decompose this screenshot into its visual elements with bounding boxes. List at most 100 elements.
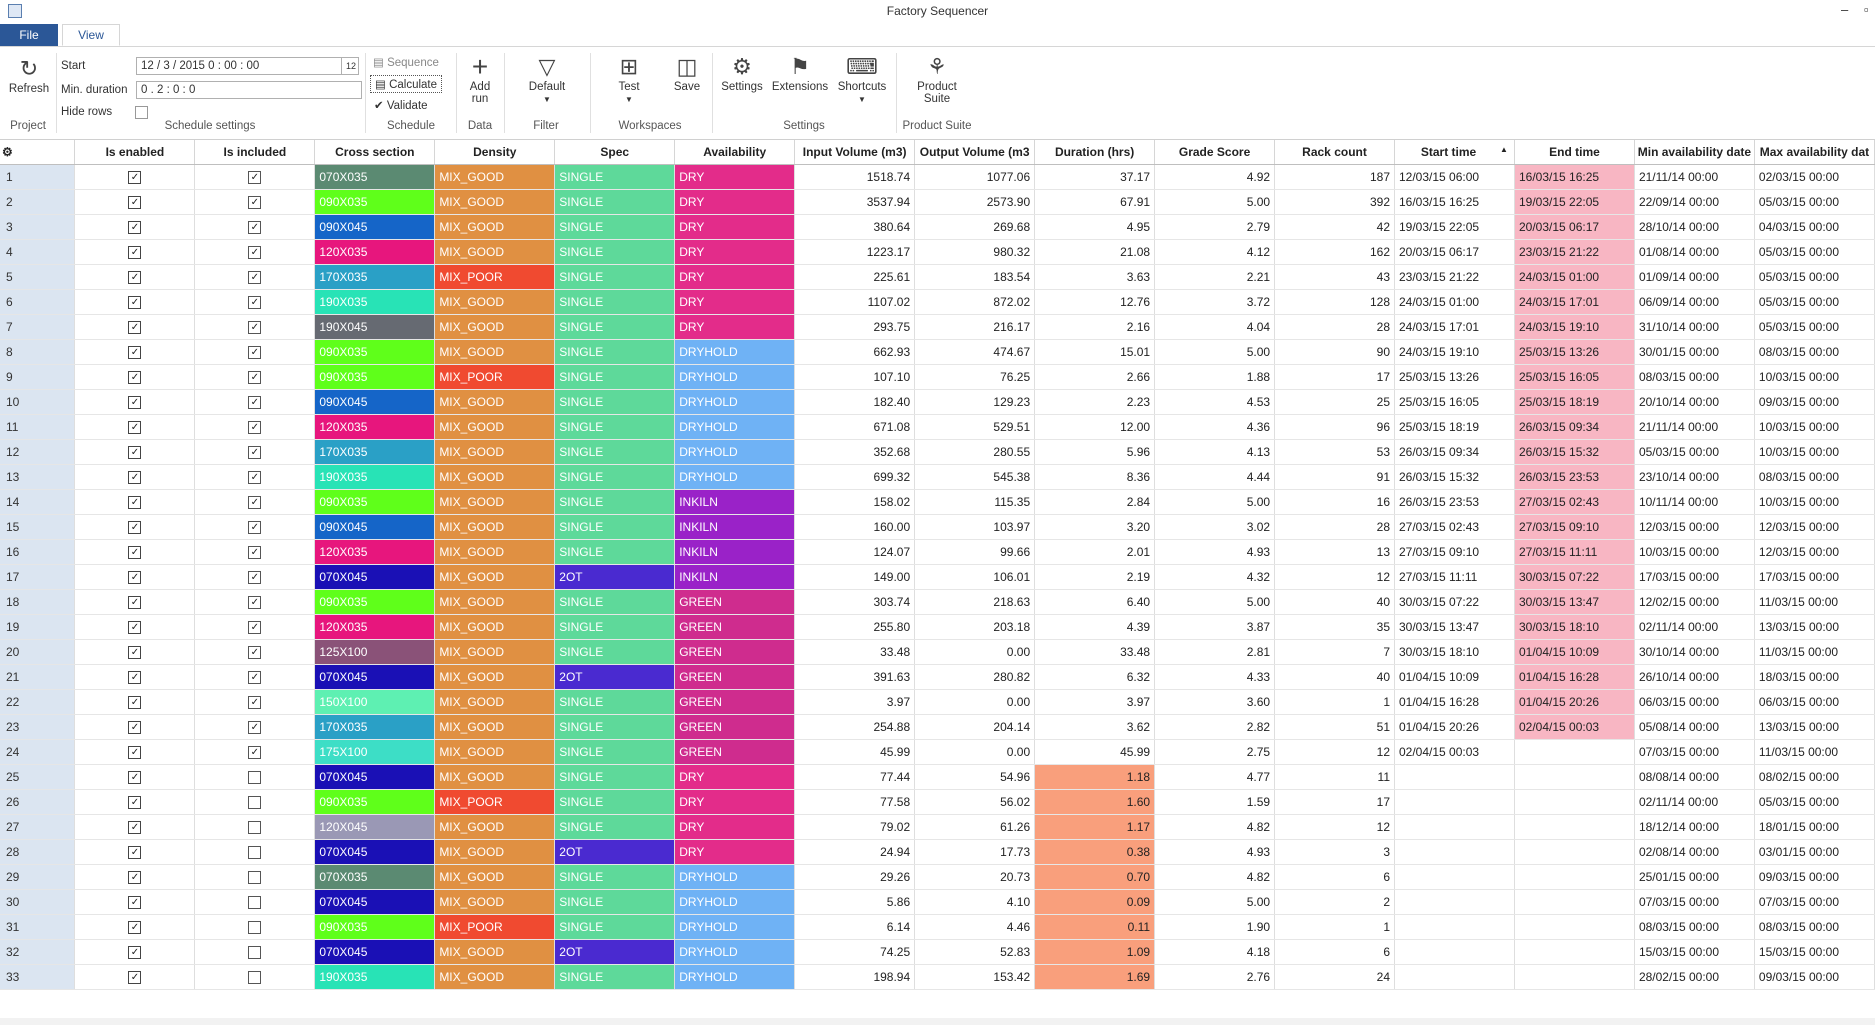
duration-cell[interactable]: 0.09 xyxy=(1034,889,1156,915)
is-enabled-checkbox[interactable]: ✓ xyxy=(128,571,142,585)
row-number[interactable]: 29 xyxy=(0,864,76,890)
calculate-button[interactable]: ▤ Calculate xyxy=(370,75,443,93)
row-number[interactable]: 11 xyxy=(0,414,76,440)
input-volume-cell[interactable]: 24.94 xyxy=(794,839,916,865)
table-row[interactable]: 22 ✓ ✓ 150X100 MIX_GOOD SINGLE GREEN 3.97 0.00 3.… xyxy=(0,689,1875,715)
is-included-checkbox[interactable] xyxy=(248,971,262,985)
row-number[interactable]: 19 xyxy=(0,614,76,640)
table-row[interactable]: 27 ✓ 120X045 MIX_GOOD SINGLE DRY 79.02 61.26 1.1… xyxy=(0,814,1875,840)
row-number[interactable]: 3 xyxy=(0,214,76,240)
hide-rows-checkbox[interactable] xyxy=(135,106,148,119)
availability-cell[interactable]: INKILN xyxy=(674,539,796,565)
is-enabled-checkbox[interactable]: ✓ xyxy=(128,821,142,835)
input-volume-cell[interactable]: 255.80 xyxy=(794,614,916,640)
grade-score-cell[interactable]: 4.32 xyxy=(1154,564,1276,590)
is-included-checkbox[interactable]: ✓ xyxy=(248,371,262,385)
is-included-checkbox[interactable] xyxy=(248,771,262,785)
end-time-cell[interactable]: 20/03/15 06:17 xyxy=(1514,214,1635,240)
is-included-cell[interactable]: ✓ xyxy=(194,414,316,440)
is-enabled-cell[interactable]: ✓ xyxy=(74,839,196,865)
duration-cell[interactable]: 6.32 xyxy=(1034,664,1156,690)
duration-cell[interactable]: 2.16 xyxy=(1034,314,1156,340)
output-volume-cell[interactable]: 529.51 xyxy=(914,414,1036,440)
is-enabled-cell[interactable]: ✓ xyxy=(74,339,196,365)
duration-cell[interactable]: 67.91 xyxy=(1034,189,1156,215)
max-availability-date-cell[interactable]: 07/03/15 00:00 xyxy=(1754,889,1875,915)
spec-cell[interactable]: SINGLE xyxy=(554,389,676,415)
output-volume-cell[interactable]: 103.97 xyxy=(914,514,1036,540)
density-cell[interactable]: MIX_GOOD xyxy=(434,664,556,690)
is-enabled-checkbox[interactable]: ✓ xyxy=(128,346,142,360)
density-cell[interactable]: MIX_GOOD xyxy=(434,239,556,265)
row-number[interactable]: 2 xyxy=(0,189,76,215)
rack-count-cell[interactable]: 12 xyxy=(1274,564,1395,590)
is-included-checkbox[interactable]: ✓ xyxy=(248,521,262,535)
row-number[interactable]: 30 xyxy=(0,889,76,915)
min-availability-date-cell[interactable]: 02/11/14 00:00 xyxy=(1634,789,1755,815)
min-availability-date-cell[interactable]: 12/02/15 00:00 xyxy=(1634,589,1755,615)
is-enabled-cell[interactable]: ✓ xyxy=(74,439,196,465)
spec-cell[interactable]: SINGLE xyxy=(554,414,676,440)
end-time-cell[interactable]: 01/04/15 20:26 xyxy=(1514,689,1635,715)
duration-cell[interactable]: 12.00 xyxy=(1034,414,1156,440)
max-availability-date-cell[interactable]: 05/03/15 00:00 xyxy=(1754,789,1875,815)
rack-count-cell[interactable]: 2 xyxy=(1274,889,1395,915)
is-enabled-checkbox[interactable]: ✓ xyxy=(128,246,142,260)
duration-cell[interactable]: 3.62 xyxy=(1034,714,1156,740)
is-enabled-cell[interactable]: ✓ xyxy=(74,914,196,940)
grade-score-cell[interactable]: 4.36 xyxy=(1154,414,1276,440)
input-volume-cell[interactable]: 699.32 xyxy=(794,464,916,490)
product-suite-button[interactable]: ⚘ Product Suite xyxy=(904,55,970,106)
rack-count-cell[interactable]: 91 xyxy=(1274,464,1395,490)
is-included-checkbox[interactable]: ✓ xyxy=(248,446,262,460)
end-time-cell[interactable]: 24/03/15 17:01 xyxy=(1514,289,1635,315)
availability-cell[interactable]: INKILN xyxy=(674,564,796,590)
max-availability-date-cell[interactable]: 08/03/15 00:00 xyxy=(1754,464,1875,490)
table-row[interactable]: 6 ✓ ✓ 190X035 MIX_GOOD SINGLE DRY 1107.02 872.02… xyxy=(0,289,1875,315)
spec-cell[interactable]: SINGLE xyxy=(554,764,676,790)
is-included-checkbox[interactable]: ✓ xyxy=(248,171,262,185)
min-availability-date-cell[interactable]: 08/03/15 00:00 xyxy=(1634,914,1755,940)
spec-cell[interactable]: SINGLE xyxy=(554,889,676,915)
density-cell[interactable]: MIX_GOOD xyxy=(434,414,556,440)
row-number[interactable]: 10 xyxy=(0,389,76,415)
cross-section-cell[interactable]: 120X035 xyxy=(314,239,436,265)
availability-cell[interactable]: GREEN xyxy=(674,689,796,715)
rack-count-cell[interactable]: 96 xyxy=(1274,414,1395,440)
save-workspace-button[interactable]: ◫ Save xyxy=(670,55,704,94)
spec-cell[interactable]: SINGLE xyxy=(554,914,676,940)
start-time-cell[interactable]: 01/04/15 20:26 xyxy=(1394,714,1515,740)
output-volume-cell[interactable]: 0.00 xyxy=(914,689,1036,715)
column-header-spec[interactable]: Spec xyxy=(554,140,676,165)
availability-cell[interactable]: GREEN xyxy=(674,714,796,740)
is-included-checkbox[interactable]: ✓ xyxy=(248,546,262,560)
spec-cell[interactable]: SINGLE xyxy=(554,789,676,815)
gear-icon[interactable]: ⚙ xyxy=(2,145,13,159)
min-availability-date-cell[interactable]: 02/08/14 00:00 xyxy=(1634,839,1755,865)
row-number[interactable]: 23 xyxy=(0,714,76,740)
is-included-checkbox[interactable]: ✓ xyxy=(248,321,262,335)
density-cell[interactable]: MIX_GOOD xyxy=(434,339,556,365)
start-time-cell[interactable] xyxy=(1394,864,1515,890)
output-volume-cell[interactable]: 280.82 xyxy=(914,664,1036,690)
grade-score-cell[interactable]: 1.90 xyxy=(1154,914,1276,940)
cross-section-cell[interactable]: 070X045 xyxy=(314,664,436,690)
is-included-checkbox[interactable]: ✓ xyxy=(248,346,262,360)
table-row[interactable]: 31 ✓ 090X035 MIX_POOR SINGLE DRYHOLD 6.14 4.46 0… xyxy=(0,914,1875,940)
min-duration-field[interactable]: 0 . 2 : 0 : 0 xyxy=(136,81,362,99)
is-included-cell[interactable]: ✓ xyxy=(194,464,316,490)
end-time-cell[interactable]: 25/03/15 16:05 xyxy=(1514,364,1635,390)
availability-cell[interactable]: DRY xyxy=(674,164,796,190)
max-availability-date-cell[interactable]: 09/03/15 00:00 xyxy=(1754,864,1875,890)
table-row[interactable]: 33 ✓ 190X035 MIX_GOOD SINGLE DRYHOLD 198.94 153… xyxy=(0,964,1875,990)
availability-cell[interactable]: DRY xyxy=(674,189,796,215)
is-enabled-cell[interactable]: ✓ xyxy=(74,564,196,590)
max-availability-date-cell[interactable]: 12/03/15 00:00 xyxy=(1754,514,1875,540)
min-availability-date-cell[interactable]: 15/03/15 00:00 xyxy=(1634,939,1755,965)
is-enabled-cell[interactable]: ✓ xyxy=(74,639,196,665)
density-cell[interactable]: MIX_GOOD xyxy=(434,764,556,790)
input-volume-cell[interactable]: 1223.17 xyxy=(794,239,916,265)
column-header-cross-section[interactable]: Cross section xyxy=(314,140,436,165)
is-included-cell[interactable]: ✓ xyxy=(194,514,316,540)
row-number[interactable]: 16 xyxy=(0,539,76,565)
